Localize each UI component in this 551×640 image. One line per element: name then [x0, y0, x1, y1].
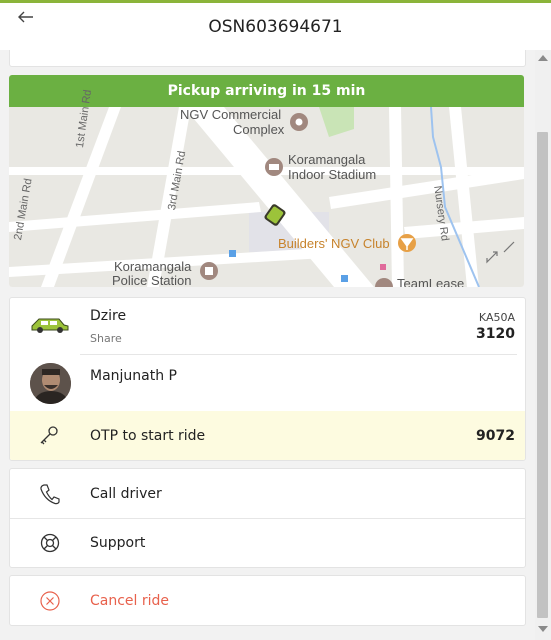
driver-name: Manjunath P [90, 368, 178, 384]
scroll-down-icon[interactable] [538, 626, 548, 632]
plate-line-2: 3120 [476, 326, 515, 342]
cancel-ride-button[interactable]: Cancel ride [9, 575, 526, 626]
map-label-police-2: Police Station [112, 273, 192, 287]
support-label: Support [90, 535, 146, 551]
previous-card-edge [9, 50, 526, 67]
map-view[interactable]: NGV Commercial Complex Koramangala Indoo… [9, 89, 524, 287]
map-label-teamlease: TeamLease [397, 276, 465, 287]
otp-value: 9072 [476, 428, 515, 444]
map-label-stadium-2: Indoor Stadium [288, 167, 377, 182]
cancel-ride-label: Cancel ride [90, 593, 170, 609]
actions-card: Call driver Support [9, 468, 526, 568]
call-driver-button[interactable]: Call driver [10, 469, 525, 518]
key-icon [38, 425, 60, 451]
car-type: Share [90, 332, 122, 345]
page-title: OSN603694671 [208, 17, 343, 37]
car-icon [30, 316, 70, 338]
phone-icon [39, 483, 61, 509]
map-label-ngv-2: Complex [233, 122, 285, 137]
map-label-ngv-1: NGV Commercial [180, 107, 282, 122]
scrollbar-thumb[interactable] [537, 132, 548, 618]
driver-avatar [30, 363, 71, 404]
otp-row: OTP to start ride 9072 [10, 411, 525, 460]
map-label-police-1: Koramangala [114, 259, 192, 274]
lifebuoy-icon [39, 532, 61, 558]
divider [80, 354, 517, 355]
map-card: Pickup arriving in 15 min NGV Commercial… [9, 75, 524, 287]
car-model: Dzire [90, 308, 127, 324]
call-driver-label: Call driver [90, 486, 162, 502]
header: OSN603694671 [0, 3, 551, 50]
cancel-x-icon [39, 590, 61, 616]
map-label-builders-club: Builders' NGV Club [278, 236, 390, 251]
scroll-up-icon[interactable] [538, 55, 548, 61]
support-button[interactable]: Support [10, 519, 525, 567]
ride-info-card: Dzire Share KA50A 3120 Manjunath P OTP t… [9, 297, 526, 461]
otp-label: OTP to start ride [90, 428, 206, 444]
map-label-stadium-1: Koramangala [288, 152, 366, 167]
plate-line-1: KA50A [478, 311, 515, 324]
